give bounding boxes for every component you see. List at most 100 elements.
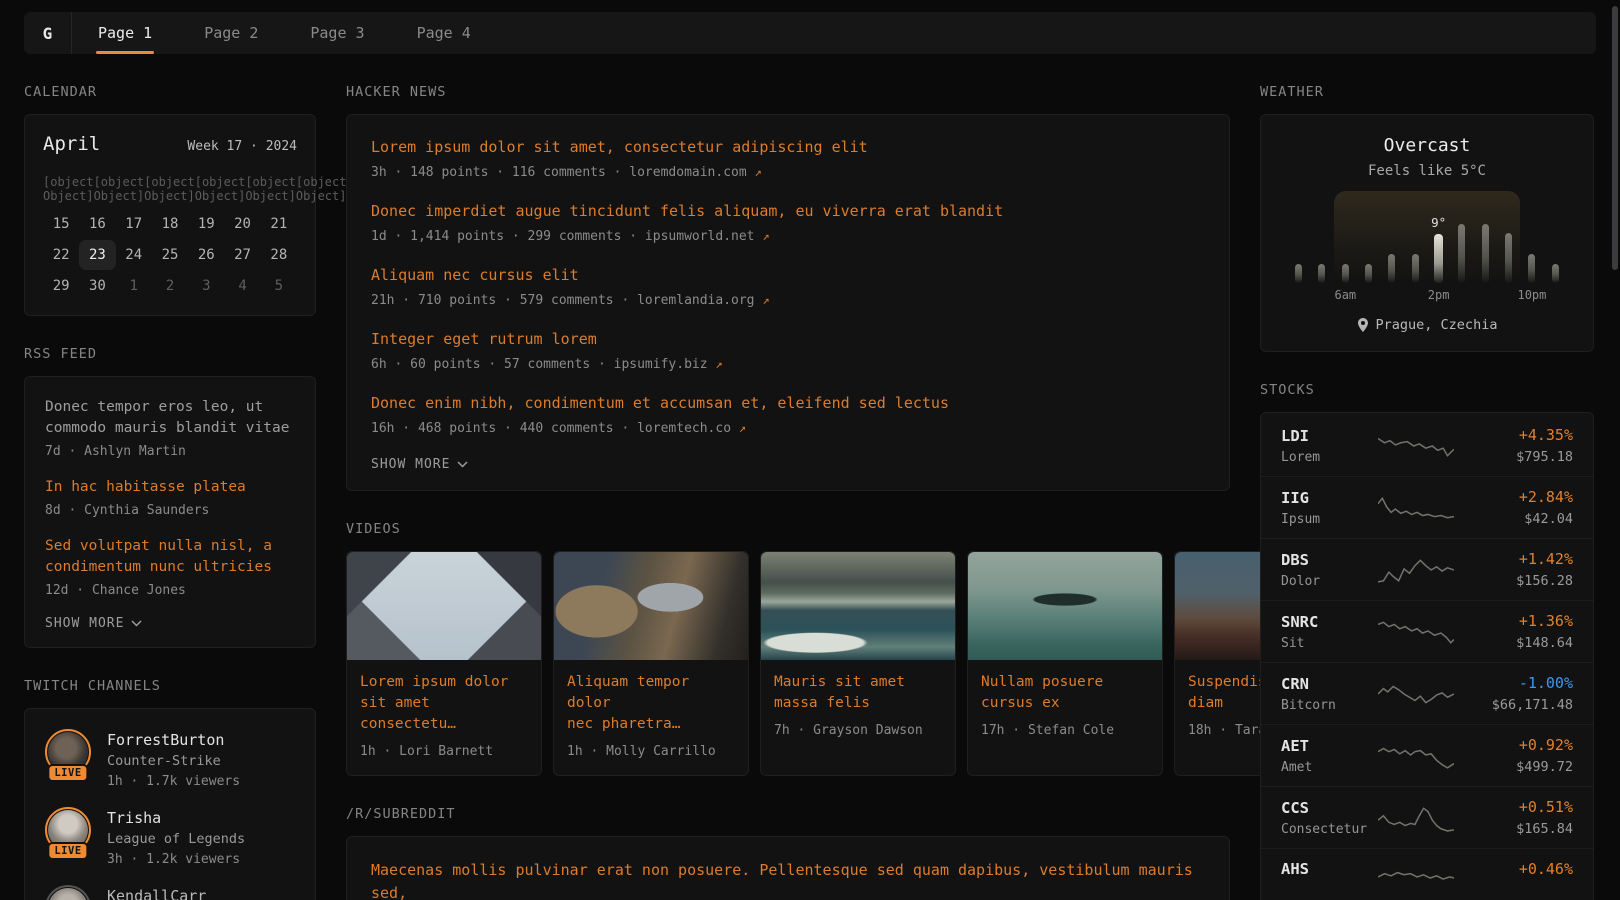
calendar-date: 28 bbox=[261, 240, 297, 270]
stock-row[interactable]: AET Amet +0.92% $499.72 bbox=[1261, 724, 1593, 786]
stock-price: $148.64 bbox=[1455, 635, 1573, 651]
stock-name: Bitcorn bbox=[1281, 698, 1377, 713]
video-thumbnail[interactable] bbox=[968, 552, 1162, 660]
stock-row[interactable]: CCS Consectetur +0.51% $165.84 bbox=[1261, 786, 1593, 848]
weather-time-label: 2pm bbox=[1428, 288, 1450, 302]
hn-story-title[interactable]: Integer eget rutrum lorem bbox=[371, 329, 1205, 350]
stock-sparkline bbox=[1378, 494, 1454, 522]
stock-symbol[interactable]: DBS bbox=[1281, 551, 1377, 569]
page-tab[interactable]: Page 1 bbox=[72, 12, 178, 54]
hn-story-meta-text: 1d · 1,414 points · 299 comments · ipsum… bbox=[371, 229, 755, 244]
section-title-stocks: STOCKS bbox=[1260, 382, 1594, 398]
weather-bars: 6am bbox=[1287, 195, 1567, 283]
channel-name[interactable]: KendallCarr bbox=[107, 887, 206, 900]
stock-symbol[interactable]: CCS bbox=[1281, 799, 1377, 817]
twitch-channel-row[interactable]: LIVE ForrestBurton Counter-Strike 1h · 1… bbox=[45, 729, 295, 791]
rss-item-title[interactable]: In hac habitasse platea bbox=[45, 477, 295, 498]
calendar-date: 24 bbox=[116, 240, 152, 270]
stock-row[interactable]: LDI Lorem +4.35% $795.18 bbox=[1261, 415, 1593, 476]
stock-symbol[interactable]: IIG bbox=[1281, 489, 1377, 507]
external-link-icon[interactable]: ↗ bbox=[762, 229, 769, 243]
calendar-date: 1 bbox=[116, 271, 152, 301]
hn-story-title[interactable]: Lorem ipsum dolor sit amet, consectetur … bbox=[371, 137, 1205, 158]
twitch-channel-row[interactable]: LIVE KendallCarr bbox=[45, 885, 295, 900]
external-link-icon[interactable]: ↗ bbox=[739, 421, 746, 435]
weather-hour-slot bbox=[1380, 195, 1403, 283]
weather-hour-bar bbox=[1482, 224, 1489, 283]
video-thumbnail[interactable] bbox=[1175, 552, 1266, 660]
calendar-day-name: [object Object] bbox=[43, 175, 94, 203]
section-title-calendar: CALENDAR bbox=[24, 84, 316, 100]
weather-hour-bar bbox=[1458, 224, 1465, 283]
section-title-videos: VIDEOS bbox=[346, 521, 1230, 537]
video-thumbnail[interactable] bbox=[761, 552, 955, 660]
stock-change: +4.35% bbox=[1455, 426, 1573, 444]
stock-symbol[interactable]: SNRC bbox=[1281, 613, 1377, 631]
external-link-icon[interactable]: ↗ bbox=[715, 357, 722, 371]
weather-location: Prague, Czechia bbox=[1283, 317, 1571, 333]
stock-values: +2.84% $42.04 bbox=[1455, 488, 1573, 527]
hn-story-title[interactable]: Aliquam nec cursus elit bbox=[371, 265, 1205, 286]
rss-item-title[interactable]: Sed volutpat nulla nisl, a condimentum n… bbox=[45, 536, 295, 578]
video-thumbnail[interactable] bbox=[554, 552, 748, 660]
weather-hour-slot bbox=[1287, 195, 1310, 283]
hn-story-title[interactable]: Donec enim nibh, condimentum et accumsan… bbox=[371, 393, 1205, 414]
rss-item-meta: 7d · Ashlyn Martin bbox=[45, 442, 295, 461]
weather-time-label: 6am bbox=[1334, 288, 1356, 302]
stock-sparkline bbox=[1378, 864, 1454, 892]
stock-name: Dolor bbox=[1281, 574, 1377, 589]
page-tab[interactable]: Page 4 bbox=[391, 12, 497, 54]
video-title[interactable]: Nullam posuere cursus ex bbox=[981, 672, 1149, 714]
stock-symbol[interactable]: CRN bbox=[1281, 675, 1377, 693]
stock-price: $499.72 bbox=[1455, 759, 1573, 775]
video-card[interactable]: Nullam posuere cursus ex 17h · Stefan Co… bbox=[967, 551, 1163, 776]
channel-name[interactable]: Trisha bbox=[107, 809, 245, 827]
channel-category[interactable]: League of Legends bbox=[107, 831, 245, 847]
video-card[interactable]: Lorem ipsum dolor sit amet consectetu… 1… bbox=[346, 551, 542, 776]
hn-story-title[interactable]: Donec imperdiet augue tincidunt felis al… bbox=[371, 201, 1205, 222]
rss-item: Sed volutpat nulla nisl, a condimentum n… bbox=[45, 536, 295, 600]
video-title[interactable]: Lorem ipsum dolor sit amet consectetu… bbox=[360, 672, 528, 735]
video-title[interactable]: Aliquam tempor dolor nec pharetra… bbox=[567, 672, 735, 735]
rss-item-title[interactable]: Donec tempor eros leo, ut commodo mauris… bbox=[45, 397, 295, 439]
stock-row[interactable]: DBS Dolor +1.42% $156.28 bbox=[1261, 538, 1593, 600]
video-card[interactable]: Suspendisse diam 18h · Tara bbox=[1174, 551, 1266, 776]
video-title[interactable]: Suspendisse diam bbox=[1188, 672, 1266, 714]
stock-symbol[interactable]: LDI bbox=[1281, 427, 1377, 445]
video-thumbnail[interactable] bbox=[347, 552, 541, 660]
stock-change: +2.84% bbox=[1455, 488, 1573, 506]
scrollbar-thumb[interactable] bbox=[1612, 6, 1618, 270]
channel-category[interactable]: Counter-Strike bbox=[107, 753, 240, 769]
external-link-icon[interactable]: ↗ bbox=[755, 165, 762, 179]
external-link-icon[interactable]: ↗ bbox=[762, 293, 769, 307]
stock-row[interactable]: AHS +0.46% bbox=[1261, 848, 1593, 900]
channel-name[interactable]: ForrestBurton bbox=[107, 731, 240, 749]
stock-identity: LDI Lorem bbox=[1281, 427, 1377, 465]
twitch-channel-row[interactable]: LIVE Trisha League of Legends 3h · 1.2k … bbox=[45, 807, 295, 869]
section-title-subreddit: /R/SUBREDDIT bbox=[346, 806, 1230, 822]
rss-show-more-button[interactable]: SHOW MORE bbox=[45, 616, 142, 631]
page-tab[interactable]: Page 2 bbox=[178, 12, 284, 54]
stock-row[interactable]: SNRC Sit +1.36% $148.64 bbox=[1261, 600, 1593, 662]
stock-row[interactable]: IIG Ipsum +2.84% $42.04 bbox=[1261, 476, 1593, 538]
avatar: LIVE bbox=[45, 807, 91, 853]
stock-identity: IIG Ipsum bbox=[1281, 489, 1377, 527]
show-more-label: SHOW MORE bbox=[45, 616, 124, 631]
video-card[interactable]: Mauris sit amet massa felis 7h · Grayson… bbox=[760, 551, 956, 776]
calendar-grid: 1516171819202122232425262728293012345 bbox=[43, 209, 297, 301]
calendar-date: 26 bbox=[188, 240, 224, 270]
stock-symbol[interactable]: AET bbox=[1281, 737, 1377, 755]
stock-row[interactable]: CRN Bitcorn -1.00% $66,171.48 bbox=[1261, 662, 1593, 724]
video-title[interactable]: Mauris sit amet massa felis bbox=[774, 672, 942, 714]
hn-story-meta-text: 3h · 148 points · 116 comments · loremdo… bbox=[371, 165, 747, 180]
app-logo[interactable]: G bbox=[24, 12, 72, 54]
weather-hour-slot bbox=[1474, 195, 1497, 283]
video-card[interactable]: Aliquam tempor dolor nec pharetra… 1h · … bbox=[553, 551, 749, 776]
video-info: Aliquam tempor dolor nec pharetra… 1h · … bbox=[554, 660, 748, 775]
page-tab[interactable]: Page 3 bbox=[284, 12, 390, 54]
reddit-post-title[interactable]: Maecenas mollis pulvinar erat non posuer… bbox=[371, 859, 1205, 900]
stock-identity: DBS Dolor bbox=[1281, 551, 1377, 589]
hn-show-more-button[interactable]: SHOW MORE bbox=[371, 457, 468, 472]
stock-symbol[interactable]: AHS bbox=[1281, 860, 1377, 878]
hn-story-meta: 1d · 1,414 points · 299 comments · ipsum… bbox=[371, 227, 1205, 246]
